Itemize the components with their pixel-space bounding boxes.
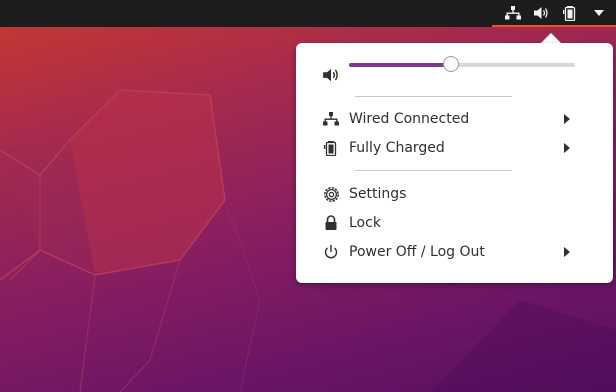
system-tray[interactable] — [492, 0, 616, 27]
menu-dropdown-icon[interactable] — [588, 2, 611, 24]
volume-slider-handle[interactable] — [442, 56, 459, 72]
menu-item-wired-connected[interactable]: Wired Connected — [296, 105, 613, 133]
battery-icon — [322, 139, 340, 157]
submenu-arrow-icon — [564, 247, 570, 257]
menu-item-lock[interactable]: Lock — [296, 209, 613, 237]
lock-icon — [322, 214, 340, 232]
volume-slider-fill — [349, 63, 451, 67]
menu-item-label: Power Off / Log Out — [349, 244, 485, 260]
network-wired-icon — [322, 110, 340, 128]
system-menu: Wired Connected Fully Charged Settings L… — [296, 43, 613, 283]
menu-item-label: Settings — [349, 186, 407, 202]
battery-icon[interactable] — [559, 2, 582, 24]
gear-icon — [322, 185, 340, 203]
menu-item-power-off[interactable]: Power Off / Log Out — [296, 238, 613, 266]
power-icon — [322, 243, 340, 261]
volume-slider[interactable] — [349, 56, 575, 72]
volume-icon[interactable] — [531, 2, 554, 24]
submenu-arrow-icon — [564, 114, 570, 124]
menu-item-settings[interactable]: Settings — [296, 180, 613, 208]
menu-item-label: Wired Connected — [349, 111, 470, 127]
menu-item-label: Lock — [349, 215, 381, 231]
separator — [355, 170, 512, 171]
top-bar — [0, 0, 616, 27]
menu-item-fully-charged[interactable]: Fully Charged — [296, 134, 613, 162]
separator — [355, 96, 512, 97]
network-wired-icon[interactable] — [502, 2, 525, 24]
menu-item-label: Fully Charged — [349, 140, 445, 156]
volume-icon — [322, 66, 340, 84]
submenu-arrow-icon — [564, 143, 570, 153]
